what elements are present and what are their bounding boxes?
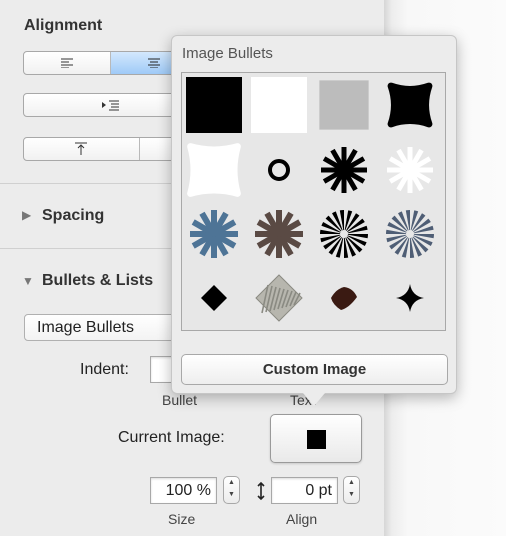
custom-image-button[interactable]: Custom Image [181, 354, 448, 385]
align-left-button[interactable] [24, 52, 111, 74]
blue-starburst-icon [190, 210, 238, 258]
white-square-icon [251, 77, 307, 133]
popover-title: Image Bullets [182, 45, 273, 62]
black-star-icon [396, 284, 424, 312]
gray-square-bullet[interactable] [314, 75, 374, 135]
brown-starburst-icon [255, 210, 303, 258]
black-ray-starburst-bullet[interactable] [314, 204, 374, 264]
sketch-diamond-icon [255, 274, 303, 322]
blue-starburst-bullet[interactable] [184, 204, 244, 264]
brown-starburst-bullet[interactable] [249, 204, 309, 264]
ring-bullet[interactable] [249, 140, 309, 200]
bullet-label: Bullet [162, 392, 198, 408]
current-image-label: Current Image: [118, 429, 225, 446]
black-diamond-bullet[interactable] [184, 268, 244, 328]
stepper-up-icon: ▲ [348, 479, 355, 486]
bullets-title: Bullets & Lists [42, 272, 154, 289]
black-pinched-square-bullet[interactable] [380, 75, 440, 135]
slate-ray-starburst-icon [386, 210, 434, 258]
stepper-down-icon: ▼ [348, 491, 355, 498]
white-pinched-square-bullet[interactable] [184, 140, 244, 200]
black-star-bullet[interactable] [380, 268, 440, 328]
disclosure-down-icon: ▼ [22, 274, 34, 288]
popover-arrow [303, 393, 325, 406]
black-diamond-icon [201, 285, 227, 311]
size-stepper[interactable]: ▲ ▼ [223, 476, 240, 504]
align-stepper[interactable]: ▲ ▼ [343, 476, 360, 504]
slate-ray-starburst-bullet[interactable] [380, 204, 440, 264]
sketch-diamond-bullet[interactable] [249, 268, 309, 328]
ring-icon [268, 159, 290, 181]
black-starburst-icon [321, 147, 367, 193]
alignment-title: Alignment [24, 17, 103, 34]
stepper-up-icon: ▲ [228, 479, 235, 486]
black-square-icon [307, 430, 326, 449]
white-square-bullet[interactable] [249, 75, 309, 135]
white-starburst-bullet[interactable] [380, 140, 440, 200]
indent-label: Indent: [80, 361, 129, 378]
bullets-disclosure[interactable]: ▼ Bullets & Lists [22, 270, 182, 296]
align-top-button[interactable] [24, 138, 140, 160]
gray-square-icon [319, 80, 369, 130]
image-bullets-popover: Image Bullets Custom Image [171, 35, 457, 394]
white-pinched-square-icon [187, 143, 241, 197]
bullet-image-grid [181, 72, 446, 331]
bullet-style-dropdown[interactable]: Image Bullets [24, 314, 184, 341]
align-left-icon [60, 58, 73, 68]
black-starburst-bullet[interactable] [314, 140, 374, 200]
disclosure-right-icon: ▶ [22, 208, 32, 222]
vertical-align-icon [256, 481, 266, 506]
black-square-icon [186, 77, 242, 133]
align-top-icon [75, 142, 88, 155]
size-field[interactable]: 100 % [150, 477, 217, 504]
black-square-bullet[interactable] [184, 75, 244, 135]
align-label: Align [286, 511, 318, 527]
align-center-icon [147, 58, 160, 68]
black-ray-starburst-icon [320, 210, 368, 258]
brown-diamond-icon [331, 287, 357, 310]
spacing-title: Spacing [42, 207, 105, 224]
white-starburst-icon [387, 147, 433, 193]
black-pinched-square-icon [387, 82, 433, 128]
align-field[interactable]: 0 pt [271, 477, 338, 504]
decrease-indent-icon [102, 100, 120, 111]
size-label: Size [168, 511, 196, 527]
brown-diamond-bullet[interactable] [314, 268, 374, 328]
stepper-down-icon: ▼ [228, 491, 235, 498]
current-image-well[interactable] [270, 414, 362, 463]
